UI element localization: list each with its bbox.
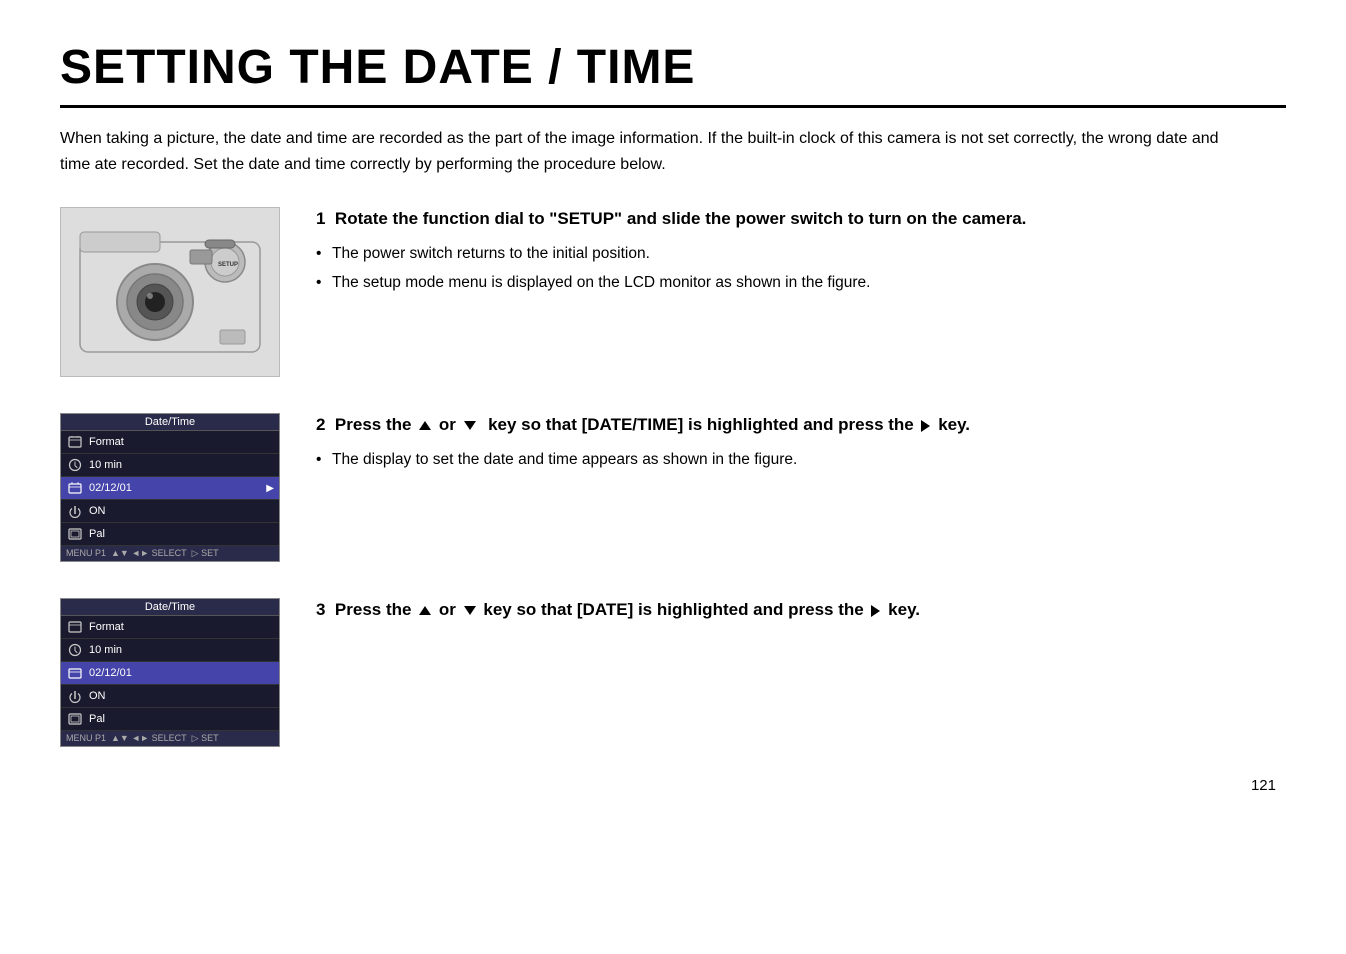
menu-footer-1: MENU P1 ▲▼ ◄► SELECT ▷ SET <box>61 546 279 561</box>
menu-screen-2: Date/Time Format 10 min <box>60 598 280 747</box>
step-1-content: 1 Rotate the function dial to "SETUP" an… <box>316 207 1286 300</box>
step-1-image: SETUP <box>60 207 280 377</box>
menu-screen-2-wrapper: Date/Time Format 10 min <box>60 598 280 747</box>
page-number: 121 <box>60 777 1286 794</box>
menu-row-pal-2: Pal <box>61 708 279 731</box>
menu-row-pal: Pal <box>61 523 279 546</box>
intro-text: When taking a picture, the date and time… <box>60 126 1240 177</box>
key-right-icon-2 <box>921 420 930 432</box>
menu-row-format: Format <box>61 431 279 454</box>
page-title: SETTING THE DATE / TIME <box>60 40 1286 108</box>
menu-row-date: 02/12/01 ▶ <box>61 477 279 500</box>
step-1-bullets: The power switch returns to the initial … <box>316 242 1286 295</box>
key-right-icon-3 <box>871 605 880 617</box>
step-2-content: 2 Press the or key so that [DATE/TIME] i… <box>316 413 1286 477</box>
menu-row-10min: 10 min <box>61 454 279 477</box>
step-3-row: Date/Time Format 10 min <box>60 598 1286 747</box>
menu-header-1: Date/Time <box>61 414 279 431</box>
step-2-image: Date/Time Format 10 min <box>60 413 280 562</box>
step-2-row: Date/Time Format 10 min <box>60 413 1286 562</box>
menu-footer-2: MENU P1 ▲▼ ◄► SELECT ▷ SET <box>61 731 279 746</box>
key-down-icon-2 <box>464 421 476 430</box>
step-3-image: Date/Time Format 10 min <box>60 598 280 747</box>
step-2-title: 2 Press the or key so that [DATE/TIME] i… <box>316 413 1286 438</box>
menu-row-on-2: ON <box>61 685 279 708</box>
step-1-row: SETUP 1 Rotate the function dial to "SET… <box>60 207 1286 377</box>
camera-illustration: SETUP <box>60 207 280 377</box>
key-up-icon-3 <box>419 606 431 615</box>
step-1-bullet-2: The setup mode menu is displayed on the … <box>316 271 1286 294</box>
menu-row-format-2: Format <box>61 616 279 639</box>
menu-screen-1: Date/Time Format 10 min <box>60 413 280 562</box>
step-3-title: 3 Press the or key so that [DATE] is hig… <box>316 598 1286 623</box>
menu-row-10min-2: 10 min <box>61 639 279 662</box>
svg-text:SETUP: SETUP <box>218 262 238 268</box>
step-3-content: 3 Press the or key so that [DATE] is hig… <box>316 598 1286 633</box>
step-2-bullet-1: The display to set the date and time app… <box>316 448 1286 471</box>
step-1-bullet-1: The power switch returns to the initial … <box>316 242 1286 265</box>
key-down-icon-3 <box>464 606 476 615</box>
step-1-title: 1 Rotate the function dial to "SETUP" an… <box>316 207 1286 232</box>
step-2-bullets: The display to set the date and time app… <box>316 448 1286 471</box>
key-up-icon-2 <box>419 421 431 430</box>
steps-container: SETUP 1 Rotate the function dial to "SET… <box>60 207 1286 747</box>
menu-header-2: Date/Time <box>61 599 279 616</box>
menu-row-on: ON <box>61 500 279 523</box>
menu-row-date-2: 02/12/01 Date ▶ Time <box>61 662 279 685</box>
